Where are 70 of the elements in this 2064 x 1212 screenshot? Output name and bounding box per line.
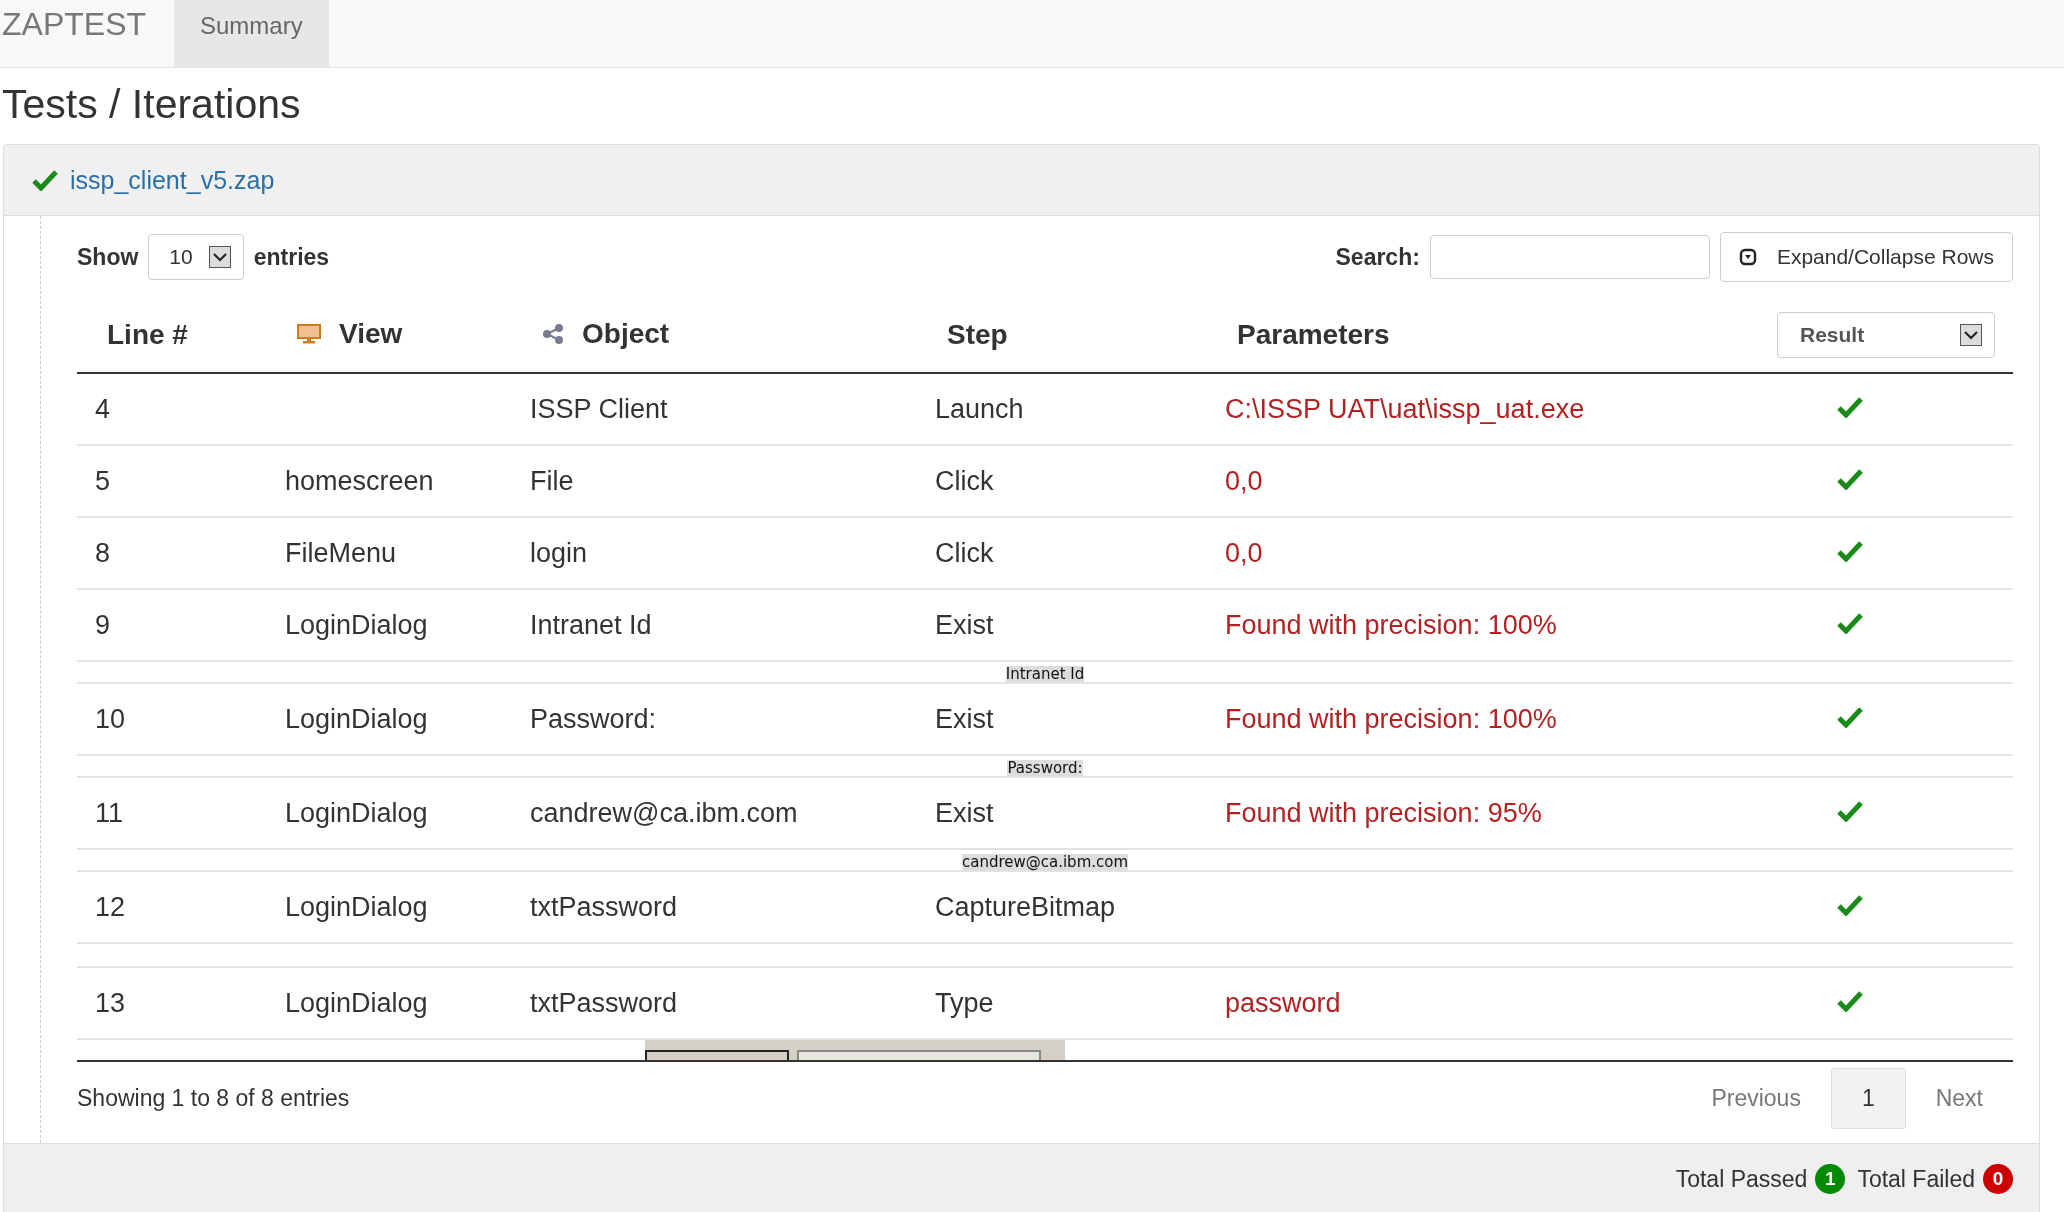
table-cell: 0,0	[1225, 537, 1263, 568]
table-cell: 8	[95, 537, 111, 568]
file-link[interactable]: issp_client_v5.zap	[70, 165, 275, 195]
table-cell: CaptureBitmap	[935, 891, 1116, 922]
table-cell: 13	[95, 987, 126, 1018]
next-page-button[interactable]: Next	[1905, 1069, 2013, 1128]
search-field[interactable]	[1429, 235, 1710, 279]
show-label: Show	[77, 243, 139, 271]
entries-label: entries	[253, 243, 330, 271]
table-cell: Click	[935, 537, 994, 568]
table-cell: ISSP Client	[530, 393, 668, 424]
column-header[interactable]: Line #	[107, 319, 188, 351]
table-cell: LoginDialog	[285, 703, 428, 734]
table-cell: 0,0	[1225, 465, 1263, 496]
table-cell: login	[530, 537, 588, 568]
table-cell: homescreen	[285, 465, 434, 496]
column-header[interactable]: Step	[947, 319, 1008, 351]
table-cell: Found with precision: 95%	[1225, 797, 1542, 828]
page-number-button[interactable]: 1	[1830, 1068, 1906, 1129]
nav-tab[interactable]: Summary	[174, 0, 329, 67]
table-cell: 5	[95, 465, 111, 496]
count-badge: 1	[1815, 1164, 1846, 1194]
table-cell: 11	[95, 797, 124, 828]
table-cell: Password:	[530, 703, 657, 734]
monitor-icon	[297, 323, 321, 345]
table-cell: C:\ISSP UAT\uat\issp_uat.exe	[1225, 393, 1585, 424]
table-cell: LoginDialog	[285, 609, 428, 640]
total-label: Total Passed	[1675, 1165, 1808, 1193]
table-cell: candrew@ca.ibm.com	[530, 797, 798, 828]
captured-text-image: candrew@ca.ibm.com	[961, 854, 1129, 870]
table-cell: password	[1225, 987, 1341, 1018]
table-cell: Type	[935, 987, 994, 1018]
table-cell: LoginDialog	[285, 797, 428, 828]
table-cell: Intranet Id	[530, 609, 652, 640]
count-badge: 0	[1983, 1164, 2013, 1194]
table-cell: LoginDialog	[285, 987, 428, 1018]
table-cell: Exist	[935, 609, 994, 640]
expand-collapse-button[interactable]: Expand/Collapse Rows	[1719, 232, 2013, 282]
captured-text-image: Password:	[1007, 760, 1083, 776]
page-size-select[interactable]: 10	[148, 234, 244, 280]
entries-info: Showing 1 to 8 of 8 entries	[77, 1085, 350, 1112]
result-filter-select[interactable]: Result	[1777, 312, 1995, 358]
column-header[interactable]: Object	[582, 318, 670, 350]
previous-page-button[interactable]: Previous	[1681, 1069, 1831, 1128]
captured-text-image: Intranet Id	[1005, 666, 1085, 682]
table-cell: Click	[935, 465, 994, 496]
table-cell: txtPassword	[530, 891, 678, 922]
table-cell: Exist	[935, 797, 994, 828]
table-cell: 12	[95, 891, 126, 922]
table-cell: txtPassword	[530, 987, 678, 1018]
table-cell: Launch	[935, 393, 1024, 424]
table-cell: Found with precision: 100%	[1225, 609, 1557, 640]
table-cell: 10	[95, 703, 126, 734]
caret-icon	[1960, 324, 1982, 346]
table-cell: File	[530, 465, 574, 496]
table-cell: 4	[95, 393, 111, 424]
search-label: Search:	[1335, 243, 1420, 271]
table-cell: Found with precision: 100%	[1225, 703, 1557, 734]
page-title: Tests / Iterations	[2, 81, 302, 128]
table-cell: FileMenu	[285, 537, 397, 568]
collapse-icon	[1738, 248, 1757, 266]
share-icon	[542, 323, 564, 345]
caret-icon	[208, 246, 231, 268]
table-cell: LoginDialog	[285, 891, 428, 922]
total-label: Total Failed	[1857, 1165, 1975, 1193]
column-header[interactable]: Parameters	[1237, 319, 1390, 351]
brand-logo[interactable]: ZAPTEST	[0, 0, 174, 67]
column-header[interactable]: View	[339, 318, 403, 350]
table-cell: 9	[95, 609, 111, 640]
table-cell: Exist	[935, 703, 994, 734]
